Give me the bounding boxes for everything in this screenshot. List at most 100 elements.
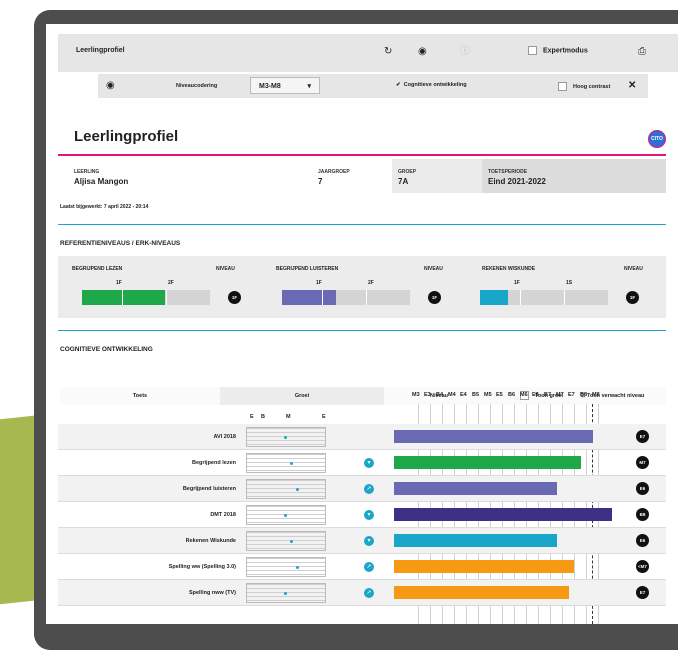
level-scale-label: B8	[580, 392, 588, 398]
student-key: LEERLING	[74, 169, 100, 175]
ref-tick	[322, 290, 323, 305]
ref-label-luisteren: BEGRIJPEND LUISTEREN	[276, 266, 339, 272]
col-toets[interactable]: Toets	[60, 387, 220, 405]
level-bar[interactable]	[394, 456, 582, 469]
ref-tick	[564, 290, 565, 305]
student-cell: LEERLING Aljisa Mangon	[68, 159, 318, 193]
test-name[interactable]: Spelling ww (Spelling 3.0)	[70, 564, 236, 570]
level-scale-label: E4	[460, 392, 467, 398]
col-groei[interactable]: Groei	[220, 387, 384, 405]
growth-grid	[246, 453, 326, 473]
growth-dot	[290, 540, 293, 543]
level-badge: E7	[636, 430, 649, 443]
ref-mark: 2F	[368, 280, 374, 286]
growth-dot	[296, 488, 299, 491]
settings-bar: ◉ Niveaucodering M3-M8 ▾ ✔ Cognitieve ont…	[98, 74, 648, 98]
trend-down-icon[interactable]: ▾	[364, 458, 374, 468]
growth-dot	[296, 566, 299, 569]
ref-mark: 1F	[514, 280, 520, 286]
trend-down-icon[interactable]: ▾	[364, 510, 374, 520]
cognitive-label: Cognitieve ontwikkeling	[403, 82, 467, 88]
ref-fill-luisteren	[282, 290, 336, 305]
level-badge: B8	[636, 508, 649, 521]
row-separator	[58, 449, 666, 450]
toetsperiode-key: TOETSPERIODE	[488, 169, 528, 175]
level-bar[interactable]	[394, 508, 613, 521]
student-name: Aljisa Mangon	[74, 177, 129, 186]
ref-fill-rekenen	[480, 290, 509, 305]
niveaucodering-label: Niveaucodering	[176, 83, 218, 89]
level-scale-label: M3	[412, 392, 420, 398]
groep-cell: GROEP 7A	[392, 159, 482, 193]
expertmodus-toggle[interactable]: Expertmodus	[528, 46, 588, 55]
info-icon[interactable]: ⓘ	[460, 47, 470, 57]
growth-grid	[246, 531, 326, 551]
ref-fill-lezen	[82, 290, 166, 305]
level-scale-label: M6	[520, 392, 528, 398]
level-bar[interactable]	[394, 482, 558, 495]
level-bar[interactable]	[394, 586, 570, 599]
trend-runner-icon[interactable]: ➚	[364, 484, 374, 494]
ref-tick	[166, 290, 167, 305]
toon-verwacht-toggle[interactable]: ☑ Toon verwacht niveau	[581, 393, 645, 399]
ref-label-rekenen: REKENEN WISKUNDE	[482, 266, 536, 272]
growth-grid	[246, 557, 326, 577]
page-title: Leerlingprofiel	[74, 128, 179, 145]
ref-mark: 1F	[116, 280, 122, 286]
eye-icon[interactable]: ◉	[106, 81, 115, 91]
level-scale-label: B6	[508, 392, 516, 398]
row-separator	[58, 605, 666, 606]
level-bar[interactable]	[394, 560, 574, 573]
expertmodus-label: Expertmodus	[543, 47, 588, 55]
reference-panel: BEGRIJPEND LEZEN NIVEAU 1F 2F 1F BEGRIJP…	[58, 256, 666, 318]
cito-logo: CITO	[648, 130, 666, 148]
level-scale-label: B7	[544, 392, 552, 398]
ref-level-badge: 1F	[626, 291, 639, 304]
close-icon[interactable]: ✕	[628, 81, 636, 91]
level-bar[interactable]	[394, 430, 594, 443]
niveaucodering-value: M3-M8	[259, 83, 281, 90]
jaargroep-key: JAARGROEP	[318, 169, 350, 175]
level-bar[interactable]	[394, 534, 558, 547]
ref-bar-luisteren	[282, 290, 410, 305]
ref-level-badge: 1F	[228, 291, 241, 304]
groei-scale-label: E	[322, 414, 326, 420]
reference-title: REFERENTIENIVEAUS / ERK-NIVEAUS	[60, 240, 181, 247]
level-scale-label: M8	[592, 392, 600, 398]
contrast-checkbox[interactable]	[558, 82, 567, 91]
ref-bar-lezen	[82, 290, 210, 305]
test-name[interactable]: Begrijpend luisteren	[70, 486, 236, 492]
ref-bar-rekenen	[480, 290, 608, 305]
test-name[interactable]: Spelling nww (TV)	[70, 590, 236, 596]
ref-niveau-label: NIVEAU	[216, 266, 235, 272]
groep-key: GROEP	[398, 169, 417, 175]
growth-dot	[290, 462, 293, 465]
print-icon[interactable]: ⎙	[638, 47, 646, 57]
ref-mark: 2F	[168, 280, 174, 286]
refresh-icon[interactable]: ↻	[384, 47, 392, 57]
expertmodus-checkbox[interactable]	[528, 46, 537, 55]
growth-dot	[284, 592, 287, 595]
test-name[interactable]: Begrijpend lezen	[70, 460, 236, 466]
trend-runner-icon[interactable]: ➚	[364, 562, 374, 572]
app-screen: Leerlingprofiel ↻ ◉ ⓘ Expertmodus ⎙ ◉ Ni…	[46, 24, 678, 624]
contrast-toggle[interactable]: Hoog contrast	[558, 82, 610, 91]
ref-tick	[520, 290, 521, 305]
groei-scale-label: B	[261, 414, 265, 420]
trend-down-icon[interactable]: ▾	[364, 536, 374, 546]
ref-label-lezen: BEGRIJPEND LEZEN	[72, 266, 123, 272]
ref-mark: 1S	[566, 280, 573, 286]
toolbar-title: Leerlingprofiel	[76, 47, 125, 54]
level-scale-label: E6	[532, 392, 539, 398]
trend-runner-icon[interactable]: ➚	[364, 588, 374, 598]
level-scale-label: E7	[568, 392, 575, 398]
test-name[interactable]: AVI 2018	[70, 434, 236, 440]
cognitive-toggle[interactable]: ✔ Cognitieve ontwikkeling	[396, 82, 467, 88]
level-scale-label: M5	[484, 392, 492, 398]
eye-icon[interactable]: ◉	[418, 47, 427, 57]
growth-dot	[284, 514, 287, 517]
test-name[interactable]: Rekenen Wiskunde	[70, 538, 236, 544]
level-badge: M7	[636, 456, 649, 469]
test-name[interactable]: DMT 2018	[70, 512, 236, 518]
niveaucodering-select[interactable]: M3-M8 ▾	[250, 77, 320, 94]
